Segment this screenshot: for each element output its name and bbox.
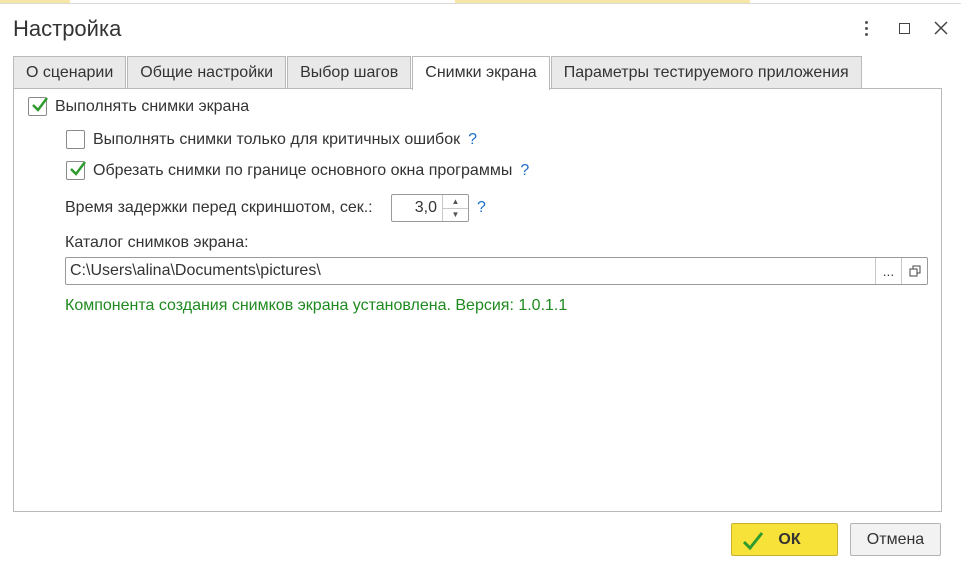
folder-path-field[interactable]: C:\Users\alina\Documents\pictures\ ... [65,257,928,285]
take-screenshots-label: Выполнять снимки экрана [55,97,250,115]
more-icon[interactable] [853,15,879,41]
crop-help-icon[interactable]: ? [520,162,529,180]
crop-to-window-checkbox[interactable] [66,161,86,180]
critical-only-help-icon[interactable]: ? [468,131,477,149]
tab-general-settings[interactable]: Общие настройки [127,56,287,89]
open-folder-icon[interactable] [901,258,927,284]
delay-help-icon[interactable]: ? [477,199,486,217]
ok-label: ОК [778,530,801,548]
browse-button[interactable]: ... [875,258,901,284]
tab-about-scenario[interactable]: О сценарии [13,56,127,89]
cancel-button[interactable]: Отмена [850,523,941,556]
top-strip [0,0,961,4]
delay-value[interactable]: 3,0 [392,195,442,221]
critical-only-checkbox[interactable] [66,130,85,149]
component-status: Компонента создания снимков экрана устан… [65,297,568,314]
delay-stepper[interactable]: 3,0 ▲ ▼ [391,194,469,222]
stepper-up-icon[interactable]: ▲ [443,195,468,208]
tab-screenshots[interactable]: Снимки экрана [412,56,550,90]
take-screenshots-checkbox[interactable] [28,97,48,116]
tab-app-parameters[interactable]: Параметры тестируемого приложения [550,56,862,89]
screenshots-panel: Выполнять снимки экрана Выполнять снимки… [13,88,942,512]
window-title: Настройка [13,16,122,41]
folder-path-value[interactable]: C:\Users\alina\Documents\pictures\ [66,258,875,284]
tab-bar: О сценарии Общие настройки Выбор шагов С… [13,56,863,90]
stepper-down-icon[interactable]: ▼ [443,207,468,222]
folder-label-row: Каталог снимков экрана: [65,234,249,252]
crop-to-window-label: Обрезать снимки по границе основного окн… [93,161,513,179]
folder-label: Каталог снимков экрана: [65,234,249,251]
ok-button[interactable]: ОК [731,523,838,556]
delay-label: Время задержки перед скриншотом, сек.: [65,199,373,216]
tab-step-selection[interactable]: Выбор шагов [287,56,412,89]
check-icon [742,532,764,551]
top-strip-divider [0,3,961,4]
close-icon[interactable] [928,15,954,41]
maximize-icon[interactable] [891,15,917,41]
critical-only-row: Выполнять снимки только для критичных ош… [66,130,477,149]
delay-row: Время задержки перед скриншотом, сек.: [65,199,373,217]
crop-row: Обрезать снимки по границе основного окн… [66,161,529,180]
take-screenshots-row: Выполнять снимки экрана [28,97,249,116]
critical-only-label: Выполнять снимки только для критичных ош… [93,130,461,148]
